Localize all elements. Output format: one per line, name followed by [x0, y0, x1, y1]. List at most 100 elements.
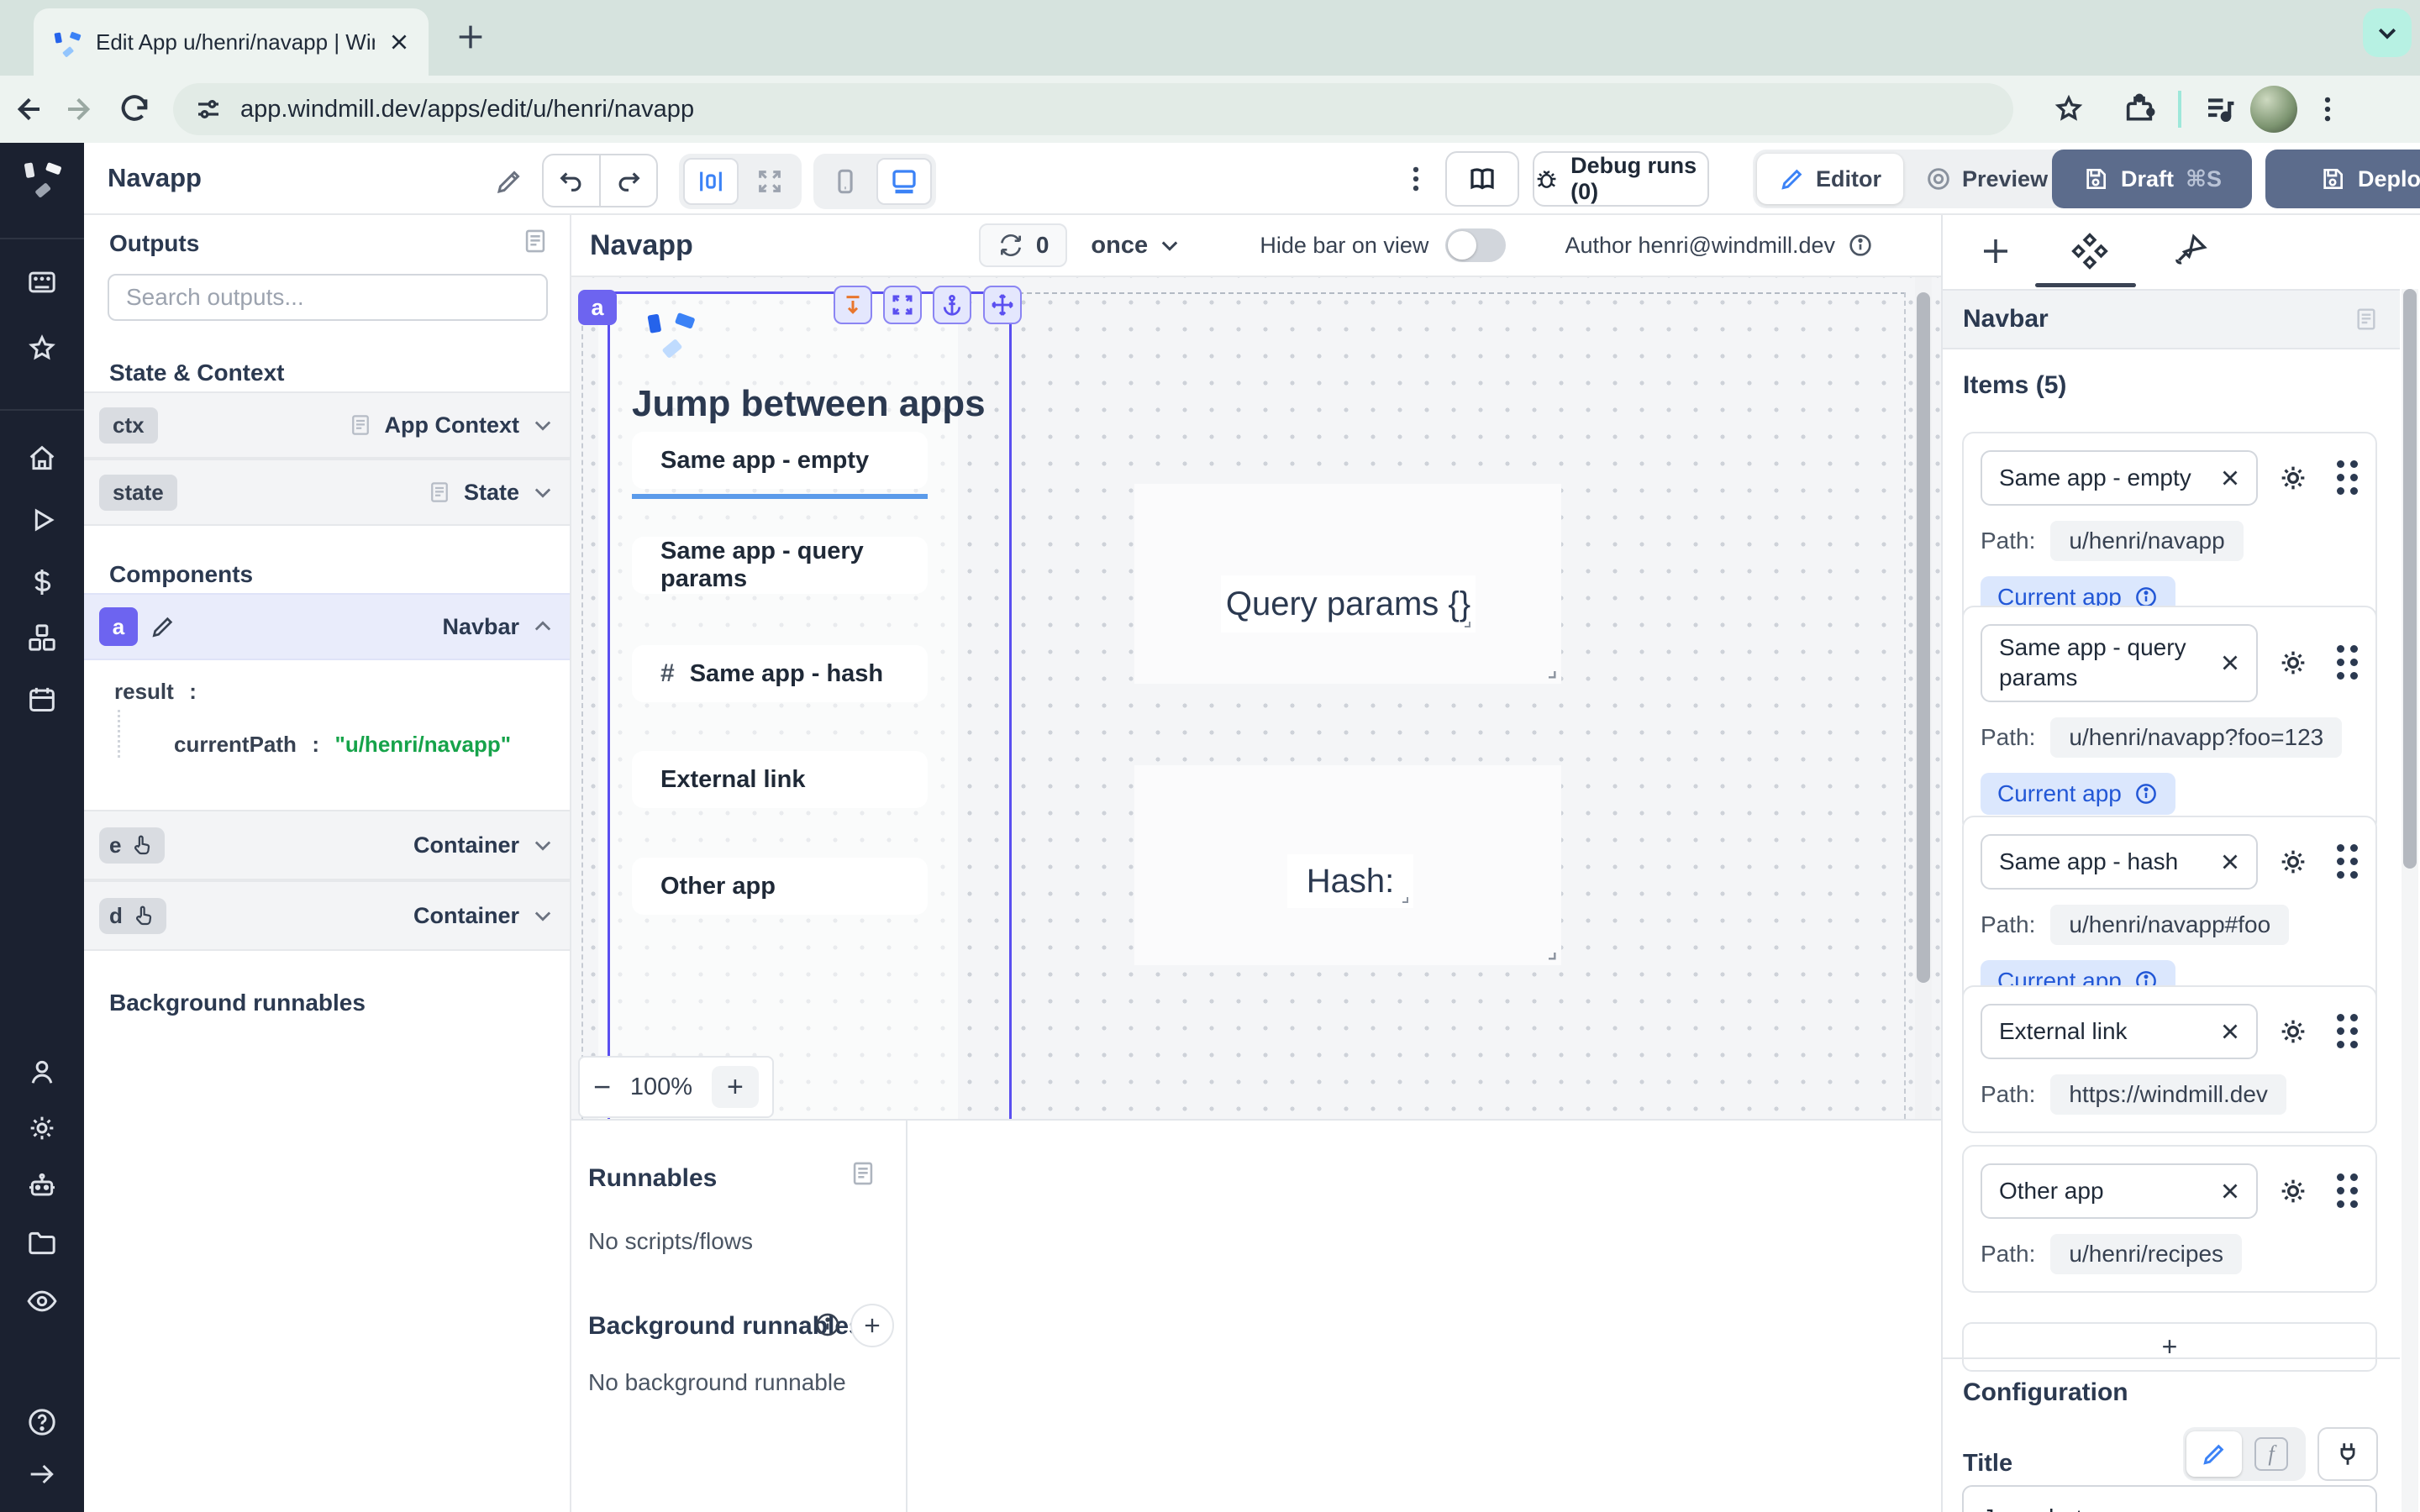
app-nav-item[interactable]: Same app - empty	[632, 432, 928, 489]
redo-button[interactable]	[601, 157, 656, 204]
rail-item-schedules[interactable]	[25, 683, 59, 717]
clear-icon[interactable]	[2217, 849, 2243, 874]
mobile-view-button[interactable]	[818, 158, 873, 205]
add-background-runnable-button[interactable]	[850, 1304, 894, 1347]
clear-icon[interactable]	[2217, 650, 2243, 675]
component-row-e[interactable]: e Container	[84, 810, 570, 880]
refresh-counter[interactable]: 0	[979, 223, 1068, 267]
output-row-state[interactable]: state State	[84, 459, 570, 526]
reload-icon[interactable]	[108, 92, 161, 126]
output-key-badge[interactable]: ctx	[99, 407, 158, 444]
clear-icon[interactable]	[2217, 1179, 2243, 1204]
undo-button[interactable]	[544, 157, 599, 204]
panel-doc-icon[interactable]	[849, 1159, 877, 1188]
item-label-input[interactable]: Other app	[1981, 1163, 2258, 1219]
tab-close-icon[interactable]	[388, 31, 410, 53]
item-label-input[interactable]: External link	[1981, 1004, 2258, 1059]
item-settings-gear-icon[interactable]	[2276, 1015, 2310, 1048]
result-key[interactable]: result	[114, 679, 174, 704]
output-row-ctx[interactable]: ctx App Context	[84, 391, 570, 459]
current-path-value[interactable]: "u/henri/navapp"	[335, 732, 512, 757]
info-icon[interactable]	[2133, 781, 2159, 806]
rail-item-home[interactable]	[25, 442, 59, 475]
add-item-button[interactable]: +	[1962, 1322, 2377, 1372]
panel-doc-icon[interactable]	[521, 227, 550, 255]
item-path-value[interactable]: u/henri/navapp?foo=123	[2050, 717, 2342, 758]
debug-runs-button[interactable]: Debug runs (0)	[1533, 151, 1709, 207]
drag-handle-icon[interactable]	[2337, 645, 2359, 680]
component-row-navbar[interactable]: a Navbar	[84, 593, 570, 660]
drag-handle-icon[interactable]	[2337, 460, 2359, 496]
browser-menu-icon[interactable]	[2301, 93, 2354, 125]
drag-handle-icon[interactable]	[2337, 1173, 2359, 1209]
component-id-badge[interactable]: a	[99, 607, 138, 646]
clear-icon[interactable]	[2217, 465, 2243, 491]
rail-item-variables[interactable]	[25, 565, 59, 599]
item-path-value[interactable]: u/henri/navapp#foo	[2050, 905, 2289, 945]
resize-handle-icon[interactable]	[1539, 943, 1558, 962]
avatar[interactable]	[2247, 86, 2301, 133]
static-mode-button[interactable]	[2186, 1431, 2242, 1477]
more-menu-icon[interactable]	[1400, 163, 1432, 195]
canvas-scrollbar[interactable]	[1915, 277, 1932, 1119]
media-playlist-icon[interactable]	[2193, 92, 2247, 127]
new-tab-button[interactable]	[454, 20, 487, 54]
desktop-view-button[interactable]	[876, 158, 932, 205]
extensions-icon[interactable]	[2112, 92, 2166, 126]
item-label-input[interactable]: Same app - empty	[1981, 450, 2258, 506]
item-label-input[interactable]: Same app - query params	[1981, 624, 2258, 702]
rename-pencil-icon[interactable]	[494, 166, 524, 197]
fx-mode-button[interactable]: f	[2244, 1431, 2299, 1477]
docs-button[interactable]	[1445, 151, 1519, 207]
rail-item-audit[interactable]	[25, 1284, 59, 1318]
refresh-mode-select[interactable]: once	[1091, 232, 1181, 260]
tab-components-icon[interactable]	[2070, 232, 2109, 270]
expand-component-button[interactable]	[883, 286, 922, 324]
connect-plug-button[interactable]	[2317, 1427, 2378, 1481]
panel-doc-icon[interactable]	[2353, 306, 2380, 333]
tab-insert-icon[interactable]	[1978, 234, 2013, 269]
move-button[interactable]	[983, 286, 1022, 324]
rail-item-expand[interactable]	[25, 1457, 59, 1491]
resize-handle-icon[interactable]	[1395, 890, 1410, 905]
rail-item-folders[interactable]	[25, 1226, 59, 1260]
zoom-out-button[interactable]: −	[593, 1069, 611, 1105]
item-label-input[interactable]: Same app - hash	[1981, 834, 2258, 890]
item-path-value[interactable]: u/henri/navapp	[2050, 521, 2243, 561]
rail-item-apps[interactable]	[25, 265, 59, 299]
bookmark-star-icon[interactable]	[2042, 92, 2096, 126]
zoom-in-button[interactable]: +	[712, 1066, 759, 1108]
deploy-button[interactable]: Deploy	[2265, 150, 2420, 208]
rail-item-favorites[interactable]	[25, 332, 59, 365]
rail-item-settings[interactable]	[25, 1111, 59, 1145]
rail-item-help[interactable]	[25, 1405, 59, 1439]
edit-id-pencil-icon[interactable]	[150, 613, 176, 640]
drag-handle-icon[interactable]	[2337, 1014, 2359, 1049]
info-icon[interactable]	[813, 1310, 842, 1339]
url-pill[interactable]: app.windmill.dev/apps/edit/u/henri/navap…	[173, 83, 2013, 135]
item-settings-gear-icon[interactable]	[2276, 646, 2310, 680]
query-params-label[interactable]: Query params {}	[1221, 575, 1476, 633]
site-info-icon[interactable]	[193, 94, 224, 124]
tab-style-brush-icon[interactable]	[2172, 232, 2209, 269]
panel-scrollbar[interactable]	[2402, 289, 2418, 1512]
rail-item-resources[interactable]	[25, 621, 59, 654]
tab-search-button[interactable]	[2363, 8, 2412, 57]
item-settings-gear-icon[interactable]	[2276, 1174, 2310, 1208]
clear-icon[interactable]	[2217, 1019, 2243, 1044]
output-key-badge[interactable]: state	[99, 475, 177, 511]
item-settings-gear-icon[interactable]	[2276, 461, 2310, 495]
app-nav-item[interactable]: Same app - query params	[632, 537, 928, 594]
back-icon[interactable]	[0, 92, 54, 126]
anchor-button[interactable]	[933, 286, 971, 324]
forward-icon[interactable]	[54, 92, 108, 126]
app-canvas[interactable]: a Jump between apps Same app - emptySame…	[571, 277, 1941, 1119]
hash-label[interactable]: Hash:	[1287, 854, 1413, 908]
app-nav-item[interactable]: #Same app - hash	[632, 645, 928, 702]
browser-tab[interactable]: Edit App u/henri/navapp | Win	[34, 8, 429, 76]
current-path-key[interactable]: currentPath	[174, 732, 297, 757]
expand-down-button[interactable]	[834, 286, 872, 324]
tab-editor[interactable]: Editor	[1757, 154, 1903, 204]
rail-item-workers[interactable]	[25, 1169, 59, 1203]
item-settings-gear-icon[interactable]	[2276, 845, 2310, 879]
